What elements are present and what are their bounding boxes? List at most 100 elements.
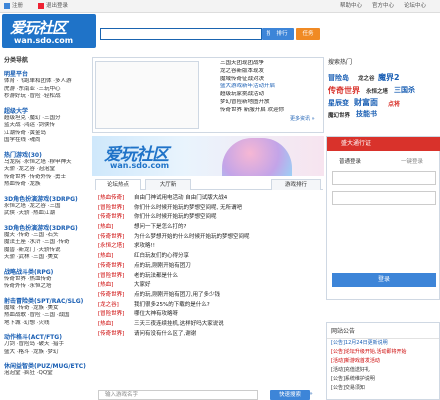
news-title[interactable]: 红白玩友们的心得分享 xyxy=(134,253,189,259)
featured-item[interactable]: 传奇世界 新服开启 欢迎你 xyxy=(220,107,320,115)
notice-item[interactable]: [活动]充值送好礼 xyxy=(327,366,439,375)
hot-word[interactable]: 冒险岛 xyxy=(328,73,349,83)
news-title[interactable]: 为什么梦想开始的什么时候开始玩的梦想空间呢 xyxy=(134,234,250,240)
hot-word[interactable]: 魔幻世界 xyxy=(328,111,350,119)
featured-item[interactable]: 魔域传奇征战对决 xyxy=(220,76,320,84)
sidebar-game-links[interactable]: 永恒之塔 ·龙之谷 ·三国 xyxy=(4,203,88,211)
news-row[interactable]: [冒险世界] 你们什么时候开始玩的梦想空间呢, 无所谓吧 xyxy=(98,204,320,214)
sidebar-game-links[interactable]: 魔法王座 ·水浒 ·三国 ·传奇 xyxy=(4,239,88,247)
sidebar-category[interactable]: 明星平台 xyxy=(4,69,88,78)
help-center-link[interactable]: 帮助中心 xyxy=(340,0,362,12)
news-title[interactable]: 你们什么时候开始玩的梦想空间呢 xyxy=(134,214,217,220)
hot-word[interactable]: 传奇世界 xyxy=(328,85,360,96)
news-row[interactable]: [热血] 三天三夜连续挂机,这样好吗大家说说 xyxy=(98,320,320,330)
notice-item[interactable]: [公告]论坛升级开始,活动即将开始 xyxy=(327,348,439,357)
news-title[interactable]: 哪位大神有攻略呀 xyxy=(134,311,178,317)
featured-item[interactable]: 龙之谷新版本现发 xyxy=(220,68,320,76)
tab-quick-login[interactable]: 一键登录 xyxy=(401,157,423,165)
news-title[interactable]: 你们什么时候开始玩的梦想空间呢, 无所谓吧 xyxy=(134,205,242,211)
news-row[interactable]: [冒险世界] 哪位大神有攻略呀 xyxy=(98,310,320,320)
sidebar-game-links[interactable]: 蓝天战 ·鸿运 ·剑侠传 xyxy=(4,122,88,130)
sidebar-game-links[interactable]: 虎游 ·东南亚 ·三玩中心 xyxy=(4,86,88,94)
news-tag[interactable]: [传奇世界] xyxy=(98,213,134,223)
sidebar-game-links[interactable]: 地下城 ·幻想 ·火线 xyxy=(4,320,88,328)
sidebar-game-links[interactable]: 盛大 ·格斗 ·龙族 ·梦幻 xyxy=(4,349,88,357)
sidebar-game-links[interactable]: 江湖传奇 ·黄金岛 xyxy=(4,130,88,138)
news-tag[interactable]: [龙之谷] xyxy=(98,301,134,311)
hot-word[interactable]: 魔界2 xyxy=(378,72,400,83)
hot-word[interactable]: 三国杀 xyxy=(394,85,415,95)
news-row[interactable]: [龙之谷] 我们很多25%的下载的是什么? xyxy=(98,301,320,311)
news-row[interactable]: [传奇世界] 你们什么时候开始玩的梦想空间呢 xyxy=(98,213,320,223)
hot-word[interactable]: 技能书 xyxy=(356,109,377,119)
featured-item[interactable]: 超级玩家挑战活动 xyxy=(220,91,320,99)
notice-item[interactable]: [公告]交易须知 xyxy=(327,384,439,393)
featured-thumbnail[interactable] xyxy=(95,61,199,129)
news-title[interactable]: 请问有没有什么区了,谢谢 xyxy=(134,331,196,337)
sidebar-category[interactable]: 休闲益智类(PUZ/MUG/ETC) xyxy=(4,361,88,370)
featured-item[interactable]: 盛大游戏新年活动开启 xyxy=(220,83,320,91)
sidebar-game-links[interactable]: 魔域 ·传奇 ·龙族 ·美女 xyxy=(4,305,88,313)
sidebar-game-links[interactable]: 乌龙院 ·永恒之塔 ·穆甲神天 xyxy=(4,159,88,167)
official-center-link[interactable]: 官方中心 xyxy=(372,0,394,12)
news-tag[interactable]: [热血] xyxy=(98,320,134,330)
news-title[interactable]: 三天三夜连续挂机,这样好吗大家说说 xyxy=(134,321,224,327)
featured-item[interactable]: 梦幻冒险新地图开放 xyxy=(220,99,320,107)
news-row[interactable]: [传奇世界] 点的玩,刚刚开始有团刀 xyxy=(98,262,320,272)
news-row[interactable]: [传奇世界] 请问有没有什么区了,谢谢 xyxy=(98,330,320,340)
news-title[interactable]: 我们很多25%的下载的是什么? xyxy=(134,302,210,308)
sidebar-game-links[interactable]: 秒游好玩 ·冒险 ·轻松战 xyxy=(4,93,88,101)
news-title[interactable]: 求攻略!! xyxy=(134,243,155,249)
sidebar-game-links[interactable]: 传奇世界 ·传奇外传 ·勇士 xyxy=(4,174,88,182)
sidebar-game-links[interactable]: 魔兽 ·新龙门 ·天骄传说 xyxy=(4,247,88,255)
news-tag[interactable]: [热血] xyxy=(98,281,134,291)
tab-forum-hot[interactable]: 论坛热点 xyxy=(95,179,141,190)
news-title[interactable]: 点的玩,刚刚开始有团刀,用了多少钱 xyxy=(134,292,220,298)
sidebar-game-links[interactable]: 天骄 ·武林 ·三国 ·美女 xyxy=(4,254,88,262)
news-tag[interactable]: [热血] xyxy=(98,223,134,233)
sidebar-category[interactable]: 超级大学 xyxy=(4,106,88,115)
tab-normal-login[interactable]: 普通登录 xyxy=(339,157,361,165)
news-tag[interactable]: [永恒之塔] xyxy=(98,242,134,252)
featured-more-link[interactable]: 更多资讯 » xyxy=(290,115,315,122)
site-logo[interactable]: 爱玩社区 wan.sdo.com xyxy=(2,14,96,48)
sidebar-category[interactable]: 3D角色扮演游戏(3DRPG) xyxy=(4,223,88,232)
news-title[interactable]: 自由门神试用电活动 自由门试版大战4 xyxy=(134,195,227,201)
news-tag[interactable]: [传奇世界] xyxy=(98,262,134,272)
sidebar-game-links[interactable]: 国学在线 ·魂尚 xyxy=(4,137,88,145)
task-button[interactable]: 任务 xyxy=(296,28,320,40)
sidebar-category[interactable]: 射击冒险类(SPT/RAC/SLG) xyxy=(4,296,88,305)
news-row[interactable]: [热血] 想问一下是怎么打的? xyxy=(98,223,320,233)
promo-banner[interactable]: 爱玩社区 wan.sdo.com xyxy=(92,136,324,176)
news-tag[interactable]: [冒险世界] xyxy=(98,272,134,282)
sidebar-game-links[interactable]: 传奇外传 ·永恒之塔 xyxy=(4,283,88,291)
news-title[interactable]: 点的玩,刚刚开始有团刀 xyxy=(134,263,191,269)
news-row[interactable]: [冒险世界] 老的玩法都是什么 xyxy=(98,272,320,282)
sidebar-game-links[interactable]: 体育 ·飞跑单和团体 ·多人游 xyxy=(4,78,88,86)
news-tag[interactable]: [传奇世界] xyxy=(98,291,134,301)
news-title[interactable]: 大家好 xyxy=(134,282,151,288)
notice-item[interactable]: [公告]系统维护说明 xyxy=(327,375,439,384)
sidebar-game-links[interactable]: 传奇世界 ·热血传奇 xyxy=(4,276,88,284)
sidebar-game-links[interactable]: 泡泡堂 ·疯狂 ·QQ堂 xyxy=(4,370,88,378)
sidebar-game-links[interactable]: 魔天 ·传奇 ·三国 ·石头 xyxy=(4,232,88,240)
featured-item[interactable]: 三国天团现团战争 xyxy=(220,60,320,68)
hot-word[interactable]: 财富面 xyxy=(354,97,378,108)
sidebar-game-links[interactable]: 武侠 ·天骄 ·热血江湖 xyxy=(4,210,88,218)
notice-item[interactable]: [公告]12月24日更新说明 xyxy=(327,339,439,348)
password-field[interactable] xyxy=(332,191,436,205)
quick-search-button[interactable]: 快速搜索 xyxy=(270,390,310,400)
news-title[interactable]: 想问一下是怎么打的? xyxy=(134,224,186,230)
hot-word[interactable]: 点将 xyxy=(388,99,400,108)
register-link[interactable]: 注册 xyxy=(4,0,23,12)
sidebar-game-links[interactable]: 超级坦克 ·魔幻 ·三国分 xyxy=(4,115,88,123)
sidebar-game-links[interactable]: 热血战歌 ·冒险 ·三国 ·战国 xyxy=(4,312,88,320)
news-row[interactable]: [热血] 大家好 xyxy=(98,281,320,291)
search-input[interactable] xyxy=(100,28,262,40)
notice-item[interactable]: [活动]新游戏首发活动 xyxy=(327,357,439,366)
rank-button[interactable]: 排行 xyxy=(270,28,294,40)
news-tag[interactable]: [传奇世界] xyxy=(98,233,134,243)
hot-word[interactable]: 永恒之塔 xyxy=(366,87,388,95)
news-row[interactable]: [传奇世界] 点的玩,刚刚开始有团刀,用了多少钱 xyxy=(98,291,320,301)
username-field[interactable] xyxy=(332,171,436,185)
